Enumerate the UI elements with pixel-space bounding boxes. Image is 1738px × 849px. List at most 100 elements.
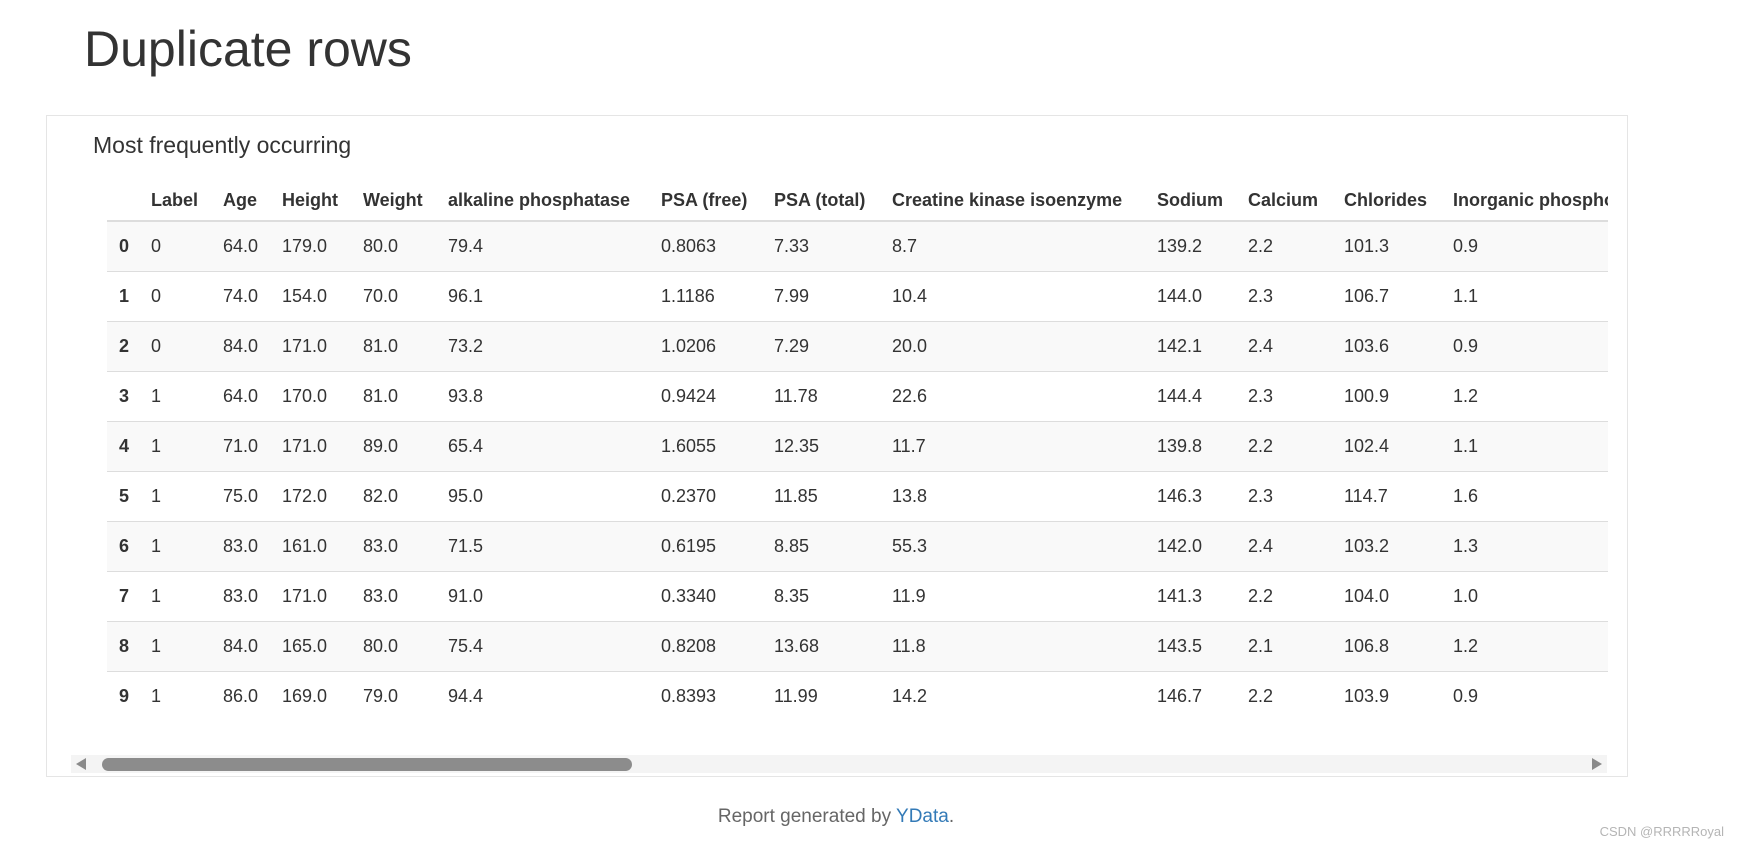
table-scroll-area[interactable]: Label Age Height Weight alkaline phospha… (107, 176, 1608, 824)
column-header-psa-free: PSA (free) (649, 176, 762, 222)
table-cell: 103.9 (1332, 670, 1441, 721)
table-cell: 1.6055 (649, 420, 762, 471)
table-cell: 0.2370 (649, 470, 762, 521)
table-cell: 83.0 (211, 570, 270, 621)
table-cell: 71.0 (211, 420, 270, 471)
table-cell: 171.0 (270, 320, 351, 371)
table-cell: 0 (151, 235, 162, 256)
table-cell: 80.0 (351, 620, 436, 671)
table-cell: 2.2 (1236, 670, 1332, 721)
table-cell: 139.2 (1157, 235, 1203, 256)
table-cell: 172.0 (270, 470, 351, 521)
table-cell: 1 (139, 570, 211, 621)
footer-prefix: Report generated by (717, 806, 897, 827)
row-index: 0 (119, 235, 130, 256)
table-cell: 64.0 (211, 370, 270, 421)
row-index: 3 (107, 370, 139, 421)
table-cell: 11.7 (880, 420, 1145, 471)
horizontal-scrollbar[interactable] (71, 755, 1607, 773)
table-cell: 2.3 (1236, 370, 1332, 421)
table-cell: 1.0 (1441, 570, 1608, 621)
table-cell: 89.0 (351, 420, 436, 471)
table-cell: 146.3 (1145, 470, 1236, 521)
table-cell: 171.0 (270, 420, 351, 471)
table-cell: 2.2 (1248, 235, 1274, 256)
table-cell: 14.2 (880, 670, 1145, 721)
table-cell: 95.0 (436, 470, 649, 521)
table-cell: 165.0 (270, 620, 351, 671)
table-cell: 84.0 (211, 320, 270, 371)
row-index: 7 (107, 570, 139, 621)
table-body: 0 0 64.0 179.0 80.0 79.4 0.8063 7.33 8.7 139.2 2.2… (107, 221, 1608, 721)
table-cell: 142.1 (1145, 320, 1236, 371)
table-cell: 0.8393 (649, 670, 762, 721)
column-header-psa-total: PSA (total) (762, 176, 880, 222)
column-header-age: Age (211, 176, 270, 222)
table-cell: 8.7 (892, 235, 918, 256)
table-cell: 2.3 (1236, 470, 1332, 521)
table-cell: 101.3 (1344, 235, 1390, 256)
table-cell: 0 (139, 270, 211, 321)
table-cell: 22.6 (880, 370, 1145, 421)
table-cell: 2.2 (1236, 570, 1332, 621)
table-cell: 1 (139, 470, 211, 521)
table-cell: 1 (139, 620, 211, 671)
table-cell: 2.2 (1236, 420, 1332, 471)
scroll-right-arrow-icon[interactable] (1592, 758, 1602, 770)
table-row: 6 1 83.0 161.0 83.0 71.5 0.6195 8.85 55.3 142.0 2.… (107, 520, 1608, 571)
table-row: 4 1 71.0 171.0 89.0 65.4 1.6055 12.35 11.7 139.8 2… (107, 420, 1608, 471)
table-cell: 154.0 (270, 270, 351, 321)
table-cell: 20.0 (880, 320, 1145, 371)
row-index: 1 (107, 270, 139, 321)
table-cell: 82.0 (351, 470, 436, 521)
row-index: 5 (107, 470, 139, 521)
table-row: 8 1 84.0 165.0 80.0 75.4 0.8208 13.68 11.8 143.5 2… (107, 620, 1608, 671)
row-index: 6 (107, 520, 139, 571)
column-header-inorganic-phosphorus: Inorganic phosphorus (1441, 176, 1608, 222)
table-cell: 170.0 (270, 370, 351, 421)
table-cell: 144.0 (1145, 270, 1236, 321)
scroll-left-arrow-icon[interactable] (76, 758, 86, 770)
table-cell: 8.35 (762, 570, 880, 621)
table-cell: 81.0 (351, 320, 436, 371)
table-cell: 64.0 (223, 235, 259, 256)
table-cell: 83.0 (211, 520, 270, 571)
column-header-calcium: Calcium (1236, 176, 1332, 222)
table-cell: 1 (139, 670, 211, 721)
table-cell: 75.4 (436, 620, 649, 671)
table-cell: 0.9 (1441, 670, 1608, 721)
column-header-height: Height (270, 176, 351, 222)
table-cell: 75.0 (211, 470, 270, 521)
table-cell: 146.7 (1145, 670, 1236, 721)
panel-heading: Most frequently occurring (93, 132, 352, 158)
table-cell: 94.4 (436, 670, 649, 721)
table-cell: 0 (139, 320, 211, 371)
table-cell: 141.3 (1145, 570, 1236, 621)
column-header-index (107, 176, 139, 222)
column-header-alkaline-phosphatase: alkaline phosphatase (436, 176, 649, 222)
table-header-row: Label Age Height Weight alkaline phospha… (107, 176, 1608, 222)
row-index: 2 (107, 320, 139, 371)
report-footer: Report generated by YData. (0, 806, 1672, 828)
column-header-chlorides: Chlorides (1332, 176, 1441, 222)
table-cell: 1.1 (1441, 420, 1608, 471)
table-cell: 1.2 (1441, 620, 1608, 671)
page-title: Duplicate rows (84, 21, 412, 77)
table-cell: 11.9 (880, 570, 1145, 621)
table-cell: 96.1 (436, 270, 649, 321)
table-cell: 0.8063 (661, 235, 717, 256)
table-cell: 106.7 (1332, 270, 1441, 321)
scrollbar-thumb[interactable] (102, 758, 632, 771)
table-cell: 11.78 (762, 370, 880, 421)
ydata-link[interactable]: YData (896, 806, 949, 827)
table-cell: 161.0 (270, 520, 351, 571)
table-cell: 65.4 (436, 420, 649, 471)
table-cell: 1.1 (1441, 270, 1608, 321)
table-cell: 106.8 (1332, 620, 1441, 671)
row-index: 8 (107, 620, 139, 671)
column-header-creatine-kinase-isoenzyme: Creatine kinase isoenzyme (880, 176, 1145, 222)
table-cell: 2.3 (1236, 270, 1332, 321)
table-row: 7 1 83.0 171.0 83.0 91.0 0.3340 8.35 11.9 141.3 2.… (107, 570, 1608, 621)
table-cell: 0.6195 (649, 520, 762, 571)
table-cell: 144.4 (1145, 370, 1236, 421)
